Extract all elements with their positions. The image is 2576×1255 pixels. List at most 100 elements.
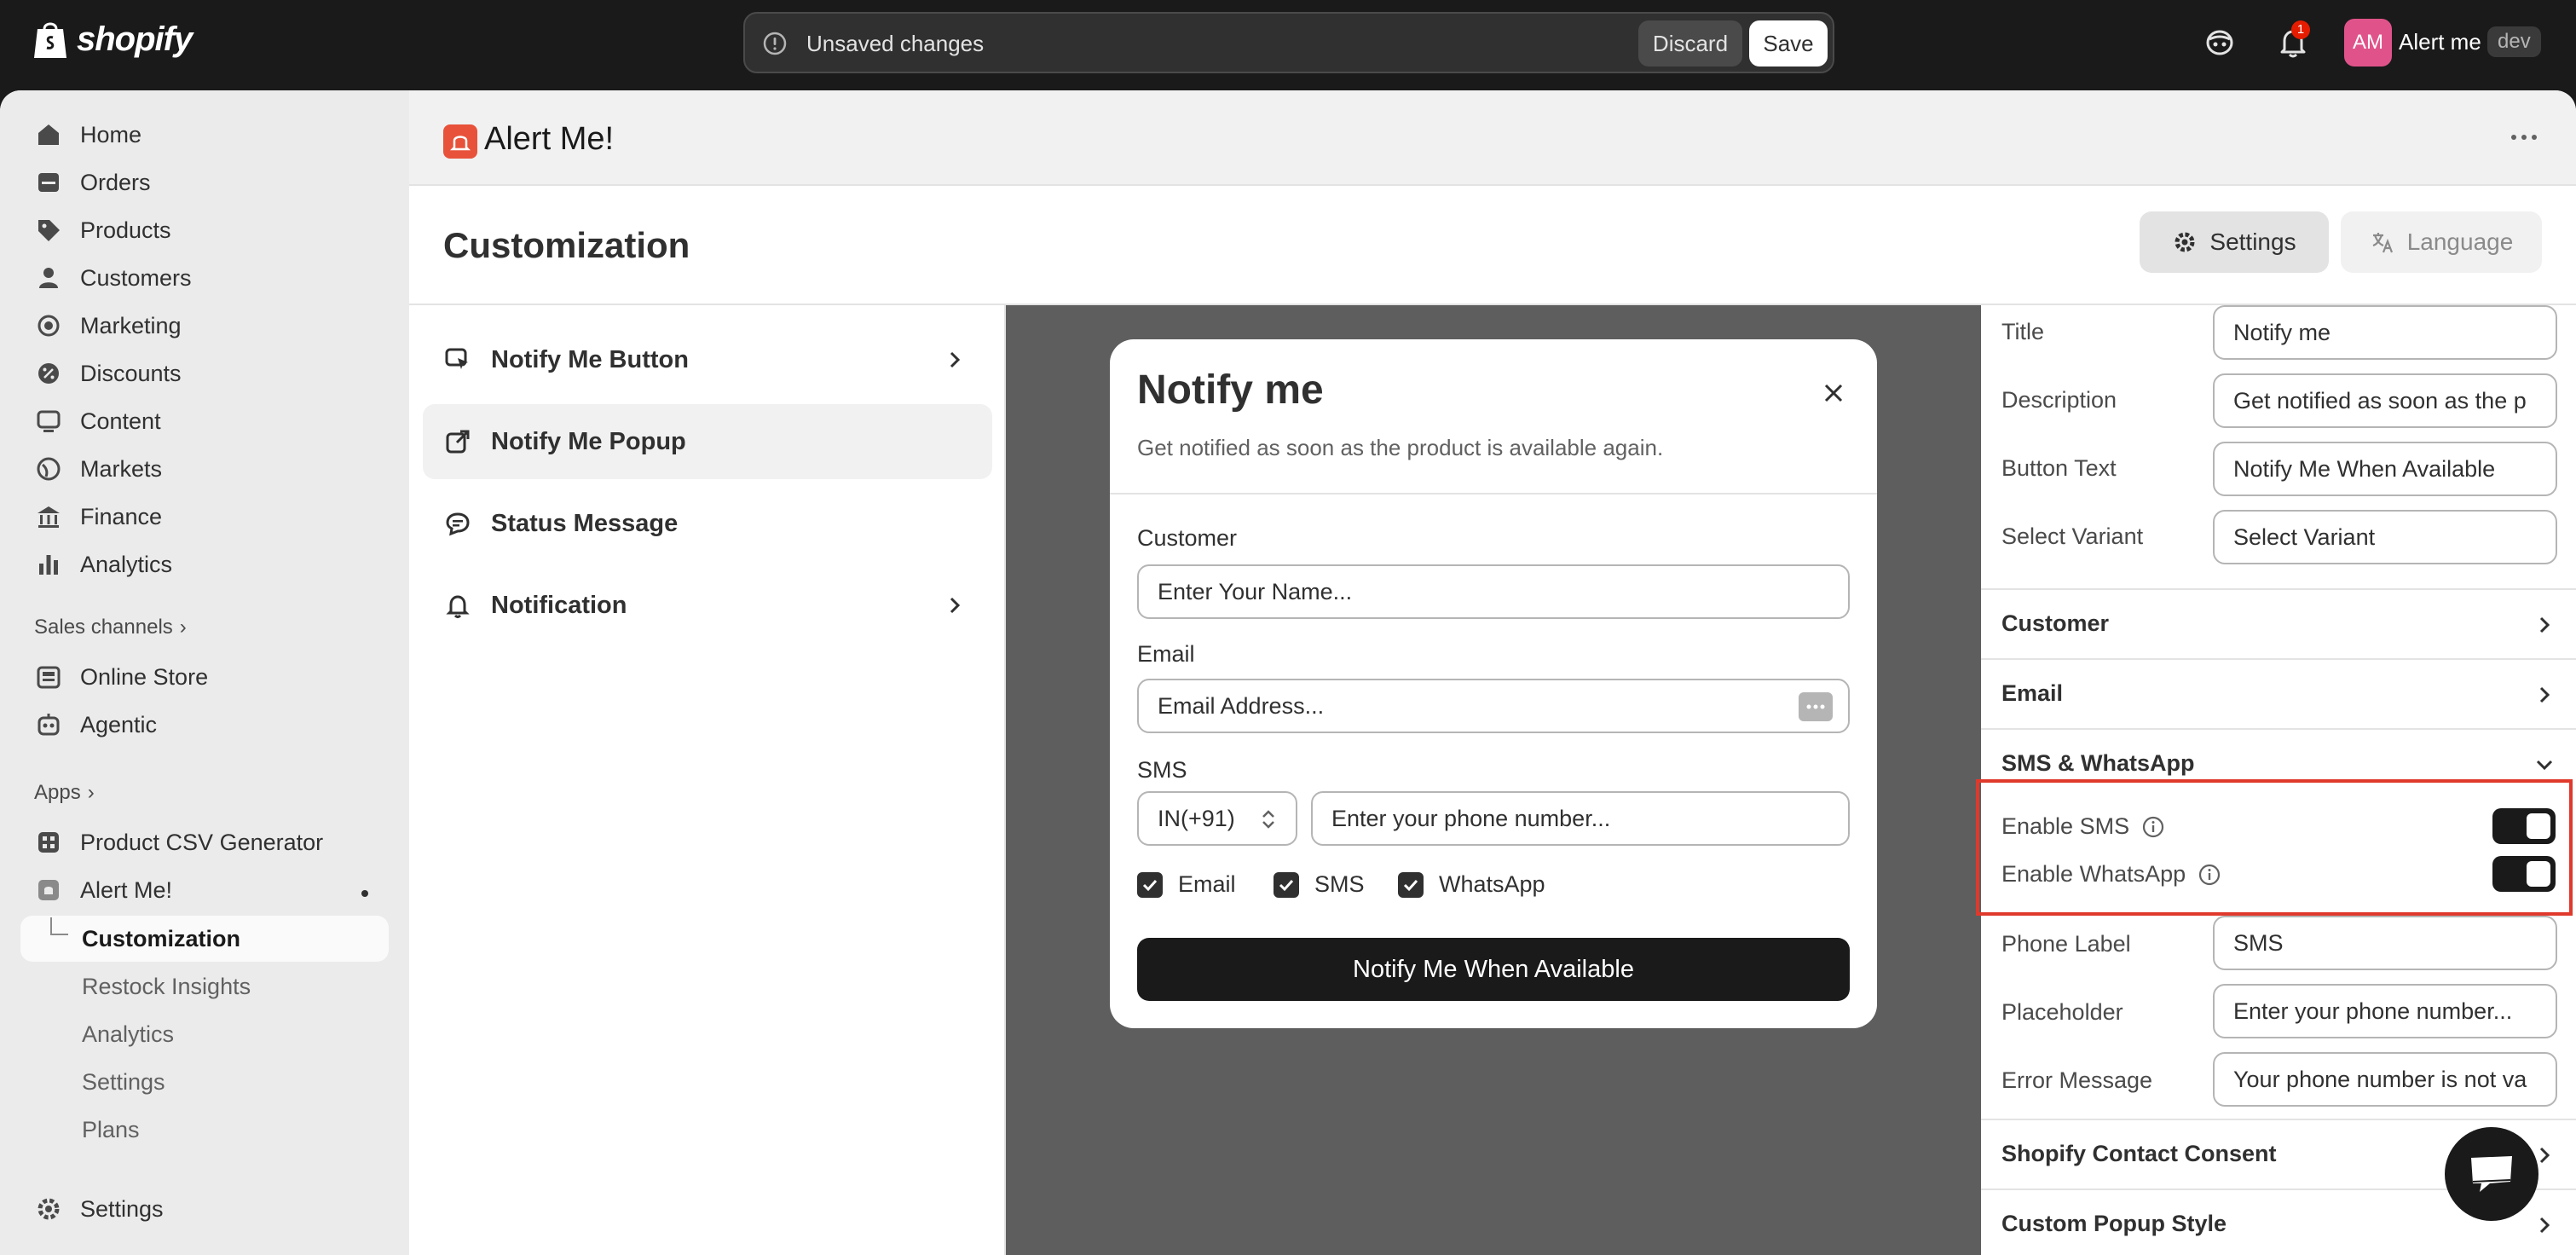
password-manager-icon[interactable] xyxy=(1799,692,1833,721)
save-button[interactable]: Save xyxy=(1749,20,1828,67)
customer-name-input[interactable]: Enter Your Name... xyxy=(1137,564,1850,619)
chevron-right-icon xyxy=(2539,1217,2550,1234)
sidebar-item-orders[interactable]: Orders xyxy=(20,162,151,203)
menu-item-notify-me-popup[interactable]: Notify Me Popup xyxy=(423,404,992,479)
menu-item-status-message[interactable]: Status Message xyxy=(423,486,992,561)
title-input[interactable]: Notify me xyxy=(2213,305,2557,360)
chevron-down-icon xyxy=(2536,760,2553,771)
field-label-placeholder: Placeholder xyxy=(2001,999,2123,1025)
email-checkbox[interactable]: Email xyxy=(1137,871,1236,898)
settings-button[interactable]: Settings xyxy=(2140,211,2329,273)
sidebar-subitem-customization[interactable]: Customization xyxy=(82,926,240,952)
phone-number-input[interactable]: Enter your phone number... xyxy=(1311,791,1850,846)
sidebar-item-label: Customers xyxy=(80,264,192,291)
language-button[interactable]: Language xyxy=(2341,211,2542,273)
checkbox-checked[interactable] xyxy=(1274,871,1299,898)
checkbox-checked[interactable] xyxy=(1398,871,1424,898)
sidebar-item-label: Home xyxy=(80,121,142,147)
error-message-input[interactable]: Your phone number is not va xyxy=(2213,1052,2557,1107)
section-title: Shopify Contact Consent xyxy=(2001,1141,2277,1166)
sidebar-item-label: Products xyxy=(80,217,171,243)
sidebar-item-analytics[interactable]: Analytics xyxy=(20,544,172,585)
notify-me-when-available-button[interactable]: Notify Me When Available xyxy=(1137,938,1850,1001)
dev-store-badge: dev xyxy=(2487,26,2541,57)
section-customer[interactable]: Customer xyxy=(1981,588,2576,658)
alert-circle-icon xyxy=(763,32,787,55)
gear-icon xyxy=(2175,232,2195,252)
chevron-right-icon: › xyxy=(179,616,187,639)
sidebar-subitem-restock-insights[interactable]: Restock Insights xyxy=(82,974,251,1000)
highlight-box xyxy=(1976,779,2573,916)
email-input[interactable]: Email Address... xyxy=(1137,679,1850,733)
chevron-right-icon xyxy=(2539,616,2550,633)
popup-preview-area: Notify me Get notified as soon as the pr… xyxy=(1006,305,1981,1255)
menu-item-label: Notification xyxy=(491,591,627,619)
sales-channels-header[interactable]: Sales channels › xyxy=(34,616,187,639)
page-header: Customization Settings Language xyxy=(409,186,2576,305)
menu-item-notification[interactable]: Notification xyxy=(423,568,992,643)
brand-name: shopify xyxy=(77,20,193,58)
sidebar-item-label: Discounts xyxy=(80,360,182,386)
select-variant-input[interactable]: Select Variant xyxy=(2213,510,2557,564)
store-name[interactable]: Alert me xyxy=(2399,29,2481,55)
sidebar-subitem-settings[interactable]: Settings xyxy=(82,1069,165,1096)
sidebar-item-label: Marketing xyxy=(80,312,182,338)
sidebar-item-alert-me[interactable]: Alert Me! xyxy=(20,870,172,911)
sidebar-item-discounts[interactable]: Discounts xyxy=(20,353,182,394)
popup-description: Get notified as soon as the product is a… xyxy=(1137,435,1664,460)
alert-me-app-logo xyxy=(443,124,477,159)
discard-button[interactable]: Discard xyxy=(1638,20,1742,67)
sidebar-item-content[interactable]: Content xyxy=(20,401,161,442)
admin-frame: Home Orders Products Customers Marketing… xyxy=(0,90,2576,1255)
tree-branch-icon xyxy=(50,917,68,935)
sidebar-item-label: Finance xyxy=(80,503,163,529)
checkbox-checked[interactable] xyxy=(1137,871,1163,898)
sidebar-item-label: Settings xyxy=(80,1195,164,1222)
sidebar-item-settings[interactable]: Settings xyxy=(20,1188,164,1229)
home-icon xyxy=(38,124,59,145)
sidebar-item-products[interactable]: Products xyxy=(20,210,171,251)
sidebar-item-home[interactable]: Home xyxy=(20,114,142,155)
country-code-select[interactable]: IN(+91) xyxy=(1137,791,1297,846)
sidebar-item-markets[interactable]: Markets xyxy=(20,448,162,489)
sidebar-item-label: Alert Me! xyxy=(80,876,173,903)
country-code-value: IN(+91) xyxy=(1158,806,1235,831)
translate-icon xyxy=(2372,233,2393,253)
app-title: Alert Me! xyxy=(484,121,615,157)
sidebar-item-customers[interactable]: Customers xyxy=(20,257,192,298)
more-actions-icon[interactable] xyxy=(2510,131,2538,143)
field-label-error-message: Error Message xyxy=(2001,1067,2153,1093)
popup-title: Notify me xyxy=(1137,367,1324,413)
menu-item-notify-me-button[interactable]: Notify Me Button xyxy=(423,322,992,397)
sidebar-subitem-analytics[interactable]: Analytics xyxy=(82,1021,174,1048)
phone-label-input[interactable]: SMS xyxy=(2213,916,2557,970)
description-input[interactable]: Get notified as soon as the p xyxy=(2213,373,2557,428)
apps-grid-icon xyxy=(38,832,59,853)
sms-checkbox[interactable]: SMS xyxy=(1274,871,1365,898)
chevron-right-icon xyxy=(950,597,961,614)
sidebar-item-online-store[interactable]: Online Store xyxy=(20,656,208,697)
section-title: Custom Popup Style xyxy=(2001,1211,2227,1236)
chat-support-button[interactable] xyxy=(2445,1127,2538,1221)
placeholder-input[interactable]: Enter your phone number... xyxy=(2213,984,2557,1038)
sidebar-subitem-plans[interactable]: Plans xyxy=(82,1117,140,1143)
sidekick-icon[interactable] xyxy=(2201,24,2238,61)
sidebar-item-finance[interactable]: Finance xyxy=(20,496,162,537)
avatar[interactable]: AM xyxy=(2344,19,2392,67)
sidebar-item-product-csv-generator[interactable]: Product CSV Generator xyxy=(20,822,323,863)
sales-channels-label: Sales channels xyxy=(34,616,173,639)
section-email[interactable]: Email xyxy=(1981,658,2576,728)
button-text-input[interactable]: Notify Me When Available xyxy=(2213,442,2557,496)
tag-icon xyxy=(38,220,60,241)
customization-menu: Notify Me Button Notify Me Popup Status … xyxy=(409,305,1006,1255)
menu-item-label: Notify Me Button xyxy=(491,345,689,373)
sidebar-item-label: Content xyxy=(80,408,161,434)
sidebar-item-marketing[interactable]: Marketing xyxy=(20,305,182,346)
unsaved-changes-text: Unsaved changes xyxy=(806,31,985,56)
apps-header[interactable]: Apps › xyxy=(34,781,95,805)
close-icon[interactable] xyxy=(1821,380,1846,406)
whatsapp-checkbox[interactable]: WhatsApp xyxy=(1398,871,1545,898)
top-bar: shopify Unsaved changes Discard Save 1 A… xyxy=(0,0,2576,90)
sidebar-item-agentic[interactable]: Agentic xyxy=(20,704,157,745)
shopify-logo[interactable]: shopify xyxy=(32,19,193,60)
